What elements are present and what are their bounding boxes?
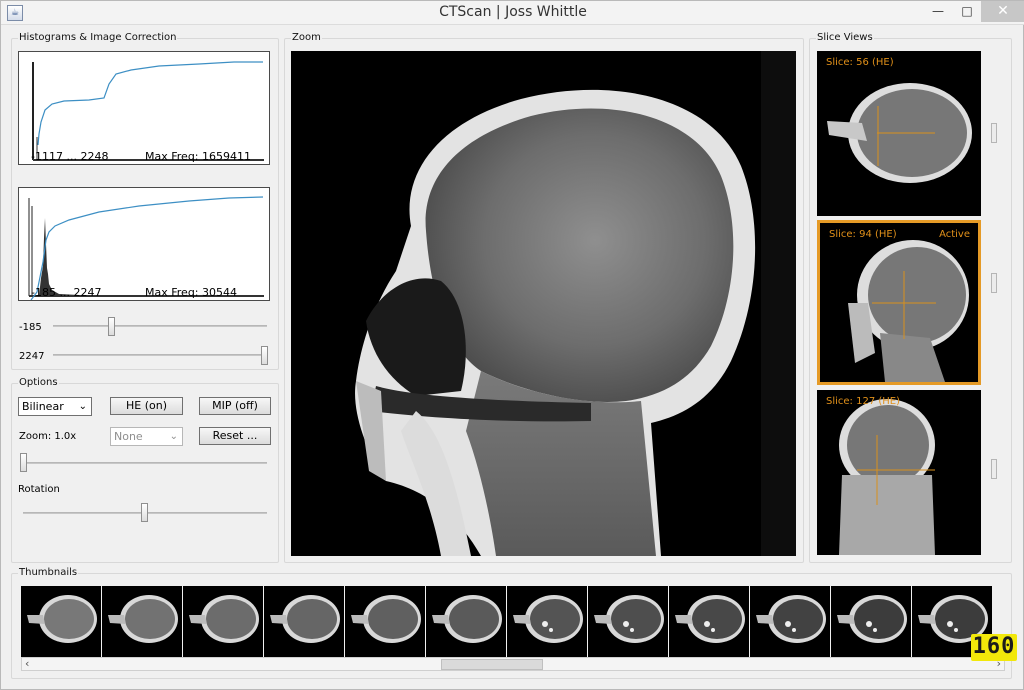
thumbnail-image xyxy=(513,595,583,643)
slice-coronal-scrollbar[interactable] xyxy=(991,401,998,546)
thumbnail-item[interactable] xyxy=(750,586,830,657)
thumbnail-item[interactable] xyxy=(102,586,182,657)
histogram-bottom-range: -185 ... 2247 xyxy=(31,286,102,299)
mip-mode-value: None xyxy=(114,430,143,443)
slice-sagittal-label: Slice: 94 (HE) xyxy=(829,229,897,240)
minimize-button[interactable]: — xyxy=(923,1,953,22)
thumbnail-scrollbar[interactable]: ‹ › xyxy=(21,657,1005,671)
slice-axial-scrollbar[interactable] xyxy=(991,61,998,206)
ct-sagittal-image xyxy=(355,51,796,556)
window-title: CTScan | Joss Whittle xyxy=(439,4,587,20)
slice-sagittal-scroll-thumb[interactable] xyxy=(991,273,997,293)
slice-view-sagittal[interactable]: Slice: 94 (HE) Active xyxy=(817,220,981,385)
zoom-track[interactable] xyxy=(23,462,267,464)
histogram-bottom-max-freq: Max Freq: 30544 xyxy=(145,286,237,299)
scroll-left-icon[interactable]: ‹ xyxy=(25,657,29,670)
chevron-down-icon: ⌄ xyxy=(78,401,87,412)
slice-view-coronal[interactable]: Slice: 127 (HE) xyxy=(817,390,981,555)
rotation-label: Rotation xyxy=(18,484,60,495)
thumbnail-item[interactable] xyxy=(183,586,263,657)
active-slice-badge: Active xyxy=(939,229,970,240)
interpolation-value: Bilinear xyxy=(22,400,64,413)
histograms-panel-title: Histograms & Image Correction xyxy=(18,32,178,43)
thumbnail-item[interactable] xyxy=(426,586,506,657)
histogram-bottom: -185 ... 2247 Max Freq: 30544 xyxy=(18,187,270,301)
thumbnail-image xyxy=(837,595,907,643)
he-toggle-button[interactable]: HE (on) xyxy=(110,397,183,415)
close-button[interactable]: ✕ xyxy=(981,1,1024,22)
thumbnail-item[interactable] xyxy=(264,586,344,657)
thumbnails-panel-title: Thumbnails xyxy=(18,567,79,578)
histogram-top-plot xyxy=(32,61,264,161)
thumbnail-image xyxy=(432,595,502,643)
mip-mode-select[interactable]: None ⌄ xyxy=(110,427,183,446)
high-threshold-label: 2247 xyxy=(19,351,45,362)
reset-button[interactable]: Reset ... xyxy=(199,427,271,445)
slice-views-panel-title: Slice Views xyxy=(816,32,874,43)
thumbnail-strip[interactable] xyxy=(21,586,1005,657)
interpolation-select[interactable]: Bilinear ⌄ xyxy=(18,397,92,416)
zoom-slider[interactable] xyxy=(20,453,27,472)
histogram-top-range: -1117 ... 2248 xyxy=(31,150,109,163)
thumbnail-item[interactable] xyxy=(345,586,425,657)
thumbnail-item[interactable] xyxy=(507,586,587,657)
slice-axial-scroll-thumb[interactable] xyxy=(991,123,997,143)
thumbnail-item[interactable] xyxy=(21,586,101,657)
thumbnail-item[interactable] xyxy=(831,586,911,657)
maximize-button[interactable]: □ xyxy=(953,1,981,22)
thumbnail-scroll-thumb[interactable] xyxy=(441,659,543,670)
slice-coronal-label: Slice: 127 (HE) xyxy=(826,396,901,407)
slice-axial-label: Slice: 56 (HE) xyxy=(826,57,894,68)
histogram-top-max-freq: Max Freq: 1659411 xyxy=(145,150,251,163)
thumbnail-image xyxy=(108,595,178,643)
zoom-panel-title: Zoom xyxy=(291,32,322,43)
histogram-bottom-plot xyxy=(28,196,264,300)
app-window: ☕ CTScan | Joss Whittle — □ ✕ Histograms… xyxy=(0,0,1024,690)
fps-counter: 160 xyxy=(971,634,1017,661)
thumbnail-image xyxy=(594,595,664,643)
slice-view-axial[interactable]: Slice: 56 (HE) xyxy=(817,51,981,216)
slice-coronal-scroll-thumb[interactable] xyxy=(991,459,997,479)
thumbnail-image xyxy=(189,595,259,643)
high-threshold-track[interactable] xyxy=(53,354,267,356)
thumbnail-image xyxy=(756,595,826,643)
thumbnail-item[interactable] xyxy=(669,586,749,657)
slice-coronal-image xyxy=(839,399,935,555)
chevron-down-icon: ⌄ xyxy=(169,431,178,442)
rotation-slider[interactable] xyxy=(141,503,148,522)
thumbnail-image xyxy=(351,595,421,643)
slice-sagittal-image xyxy=(848,240,969,382)
options-panel-title: Options xyxy=(18,377,59,388)
low-threshold-label: -185 xyxy=(19,322,42,333)
zoom-level-label: Zoom: 1.0x xyxy=(19,431,77,442)
thumbnail-image xyxy=(270,595,340,643)
histogram-top: -1117 ... 2248 Max Freq: 1659411 xyxy=(18,51,270,165)
slice-axial-image xyxy=(827,83,972,183)
title-bar[interactable]: ☕ CTScan | Joss Whittle — □ ✕ xyxy=(1,1,1024,25)
low-threshold-track[interactable] xyxy=(53,325,267,327)
high-threshold-slider[interactable] xyxy=(261,346,268,365)
zoom-image[interactable] xyxy=(291,51,796,556)
low-threshold-slider[interactable] xyxy=(108,317,115,336)
thumbnail-image xyxy=(675,595,745,643)
thumbnail-item[interactable] xyxy=(588,586,668,657)
mip-toggle-button[interactable]: MIP (off) xyxy=(199,397,271,415)
slice-sagittal-scrollbar[interactable] xyxy=(991,231,998,376)
thumbnail-image xyxy=(27,595,97,643)
